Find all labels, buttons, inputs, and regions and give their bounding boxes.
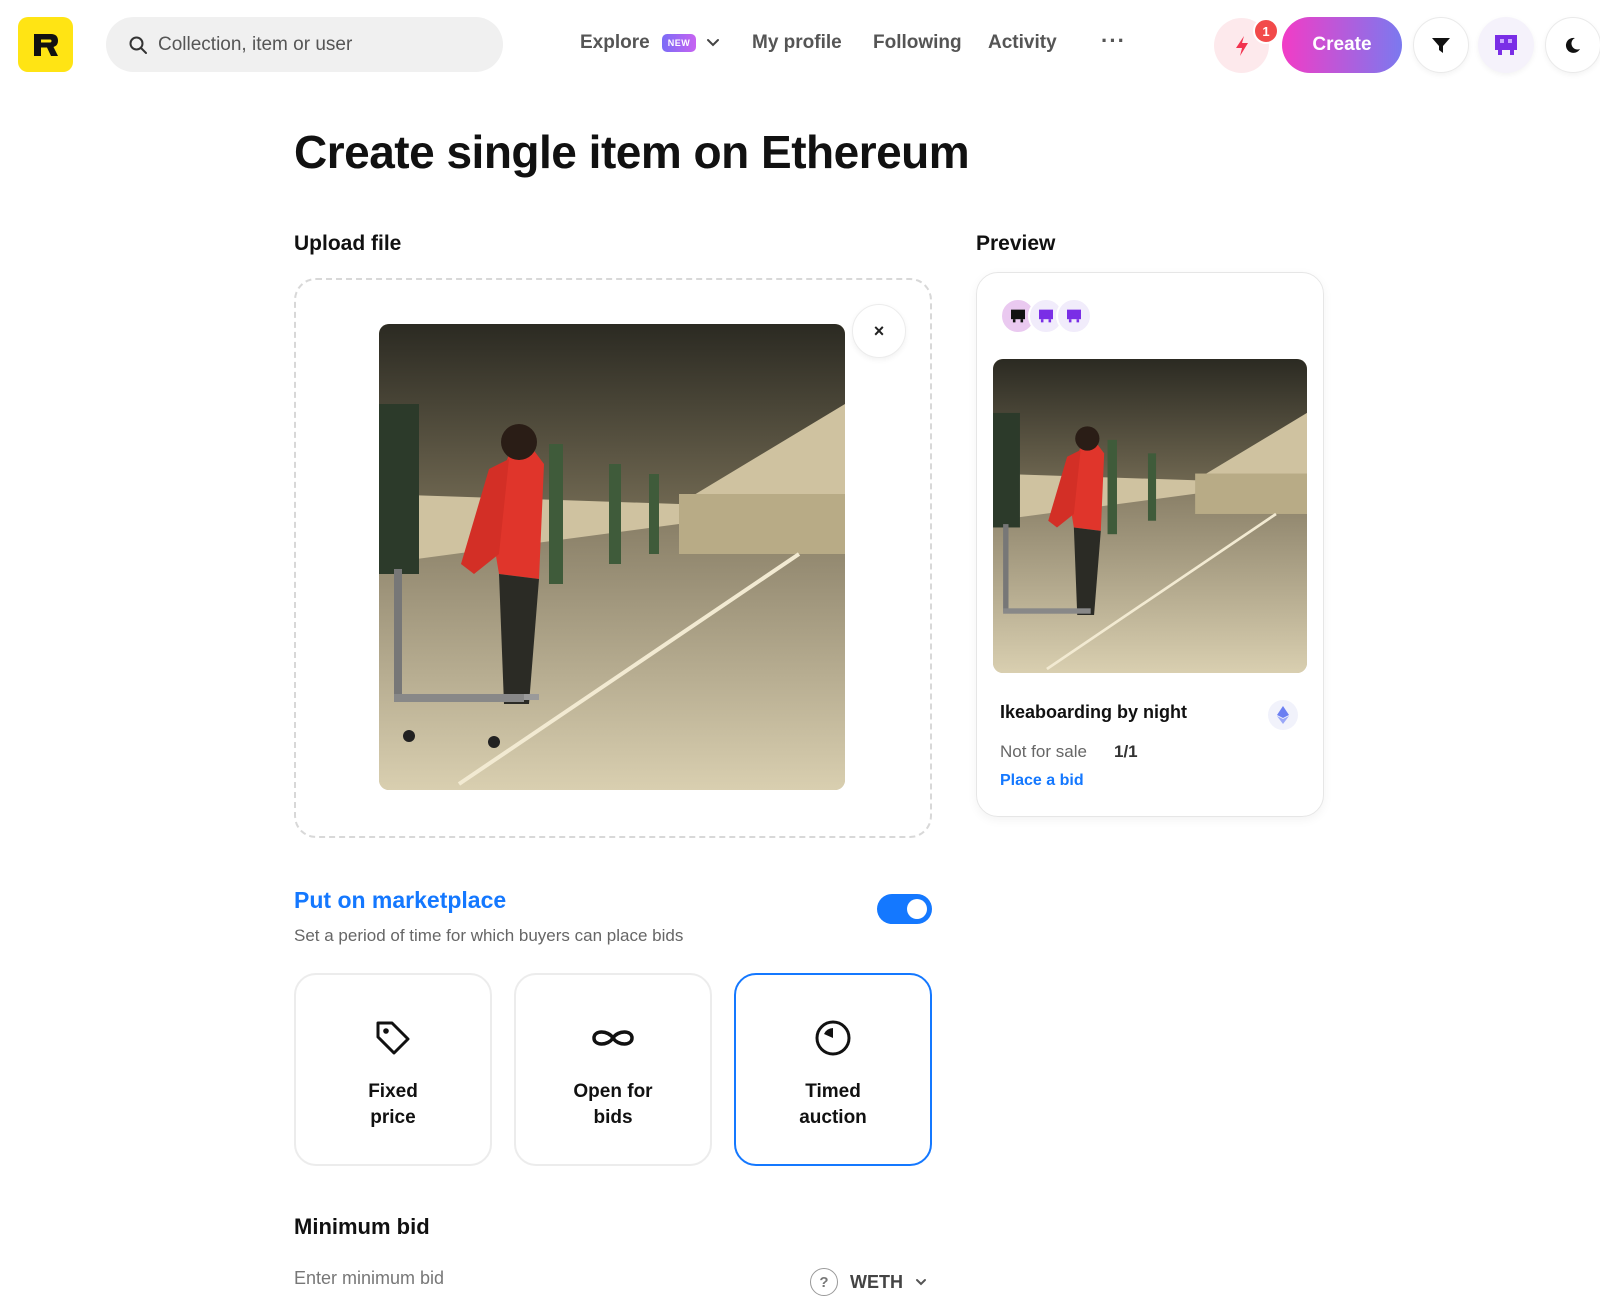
- nav-following[interactable]: Following: [873, 32, 962, 54]
- avatar-icon: [1011, 309, 1025, 323]
- filter-button[interactable]: [1413, 17, 1469, 73]
- timed-auction-label: Timed auction: [799, 1081, 867, 1128]
- chevron-down-icon: [707, 39, 720, 47]
- new-badge: NEW: [661, 34, 697, 52]
- infinity-icon: [592, 1030, 634, 1046]
- currency-label: WETH: [850, 1271, 903, 1292]
- nav-explore[interactable]: Explore NEW: [580, 32, 720, 54]
- chevron-down-icon: [916, 1279, 926, 1286]
- owner-avatars: [1000, 296, 1092, 336]
- collection-avatar[interactable]: [1056, 298, 1092, 334]
- edition-count: 1/1: [1114, 742, 1138, 761]
- search-bar[interactable]: [106, 17, 503, 72]
- preview-image: [993, 359, 1307, 673]
- nav-my-profile[interactable]: My profile: [752, 32, 842, 54]
- fixed-price-option[interactable]: Fixed price: [294, 973, 492, 1166]
- avatar-icon: [1039, 309, 1053, 323]
- upload-file-label: Upload file: [294, 232, 402, 255]
- place-bid-link[interactable]: Place a bid: [1000, 772, 1084, 790]
- timed-auction-option[interactable]: Timed auction: [734, 973, 932, 1166]
- preview-label: Preview: [976, 232, 1056, 255]
- currency-selector[interactable]: ? WETH: [810, 1268, 927, 1296]
- search-input[interactable]: [158, 33, 478, 56]
- page-title: Create single item on Ethereum: [294, 126, 970, 178]
- marketplace-toggle[interactable]: [877, 894, 932, 924]
- avatar-icon: [1495, 35, 1517, 55]
- theme-toggle-button[interactable]: [1545, 17, 1600, 73]
- avatar-icon: [1067, 309, 1081, 323]
- more-menu-icon[interactable]: ···: [1101, 28, 1126, 54]
- open-for-bids-label: Open for bids: [573, 1081, 653, 1128]
- help-icon[interactable]: ?: [810, 1268, 838, 1296]
- filter-icon: [1432, 38, 1450, 53]
- lightning-icon: [1235, 35, 1248, 56]
- remove-file-button[interactable]: ×: [852, 304, 906, 358]
- user-avatar[interactable]: [1478, 17, 1534, 73]
- rarible-logo[interactable]: [18, 17, 73, 72]
- logo-r-icon: [33, 33, 58, 56]
- search-icon: [129, 36, 147, 54]
- minimum-bid-input[interactable]: [294, 1268, 774, 1289]
- tag-icon: [376, 1021, 410, 1055]
- clock-icon: [815, 1020, 851, 1056]
- ethereum-icon: [1268, 700, 1298, 730]
- create-button[interactable]: Create: [1282, 17, 1402, 73]
- open-for-bids-option[interactable]: Open for bids: [514, 973, 712, 1166]
- toggle-knob: [907, 899, 927, 919]
- notification-count-badge: 1: [1253, 18, 1279, 44]
- put-on-marketplace-description: Set a period of time for which buyers ca…: [294, 926, 684, 945]
- minimum-bid-title: Minimum bid: [294, 1214, 430, 1239]
- put-on-marketplace-title: Put on marketplace: [294, 887, 507, 913]
- fixed-price-label: Fixed price: [368, 1081, 418, 1128]
- nav-activity[interactable]: Activity: [988, 32, 1057, 54]
- moon-icon: [1565, 37, 1580, 53]
- preview-item-name: Ikeaboarding by night: [1000, 702, 1188, 722]
- nav-explore-label: Explore: [580, 32, 650, 53]
- sale-status: Not for sale: [1000, 742, 1087, 761]
- uploaded-image: [379, 324, 845, 790]
